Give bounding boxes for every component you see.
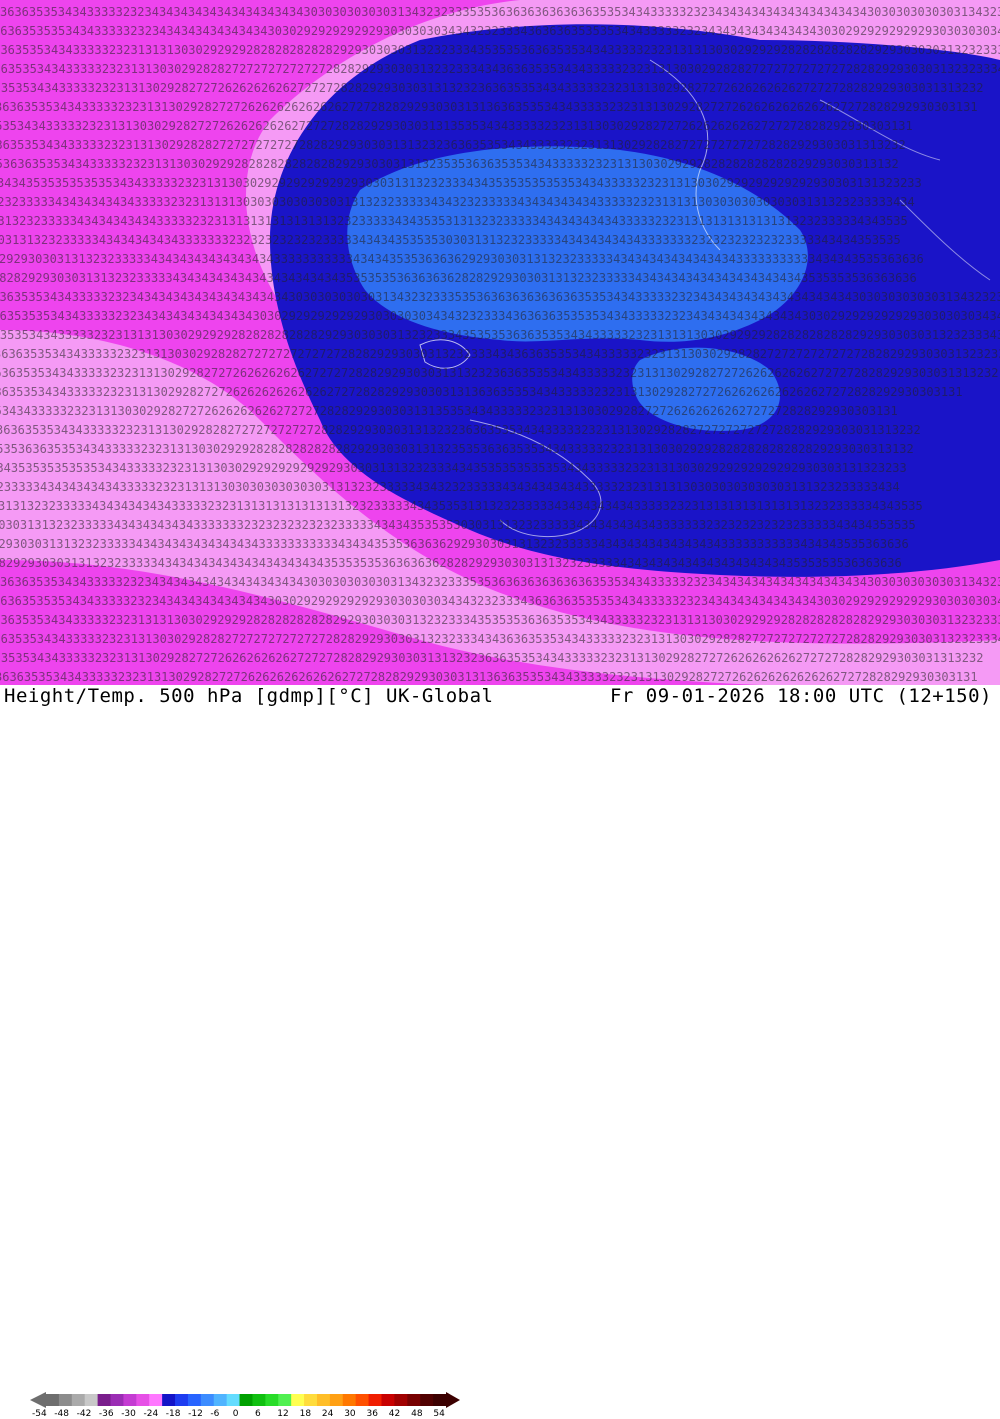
- contour-label-row: 3636353534343333323234343434343434343434…: [0, 5, 1000, 19]
- colorbar-swatch: [381, 1394, 395, 1406]
- contour-label-row: 3636353534343333323231313030292828272727…: [0, 347, 1000, 361]
- colorbar-tick-label: 36: [366, 1409, 378, 1419]
- colorbar-arrow-left: [30, 1392, 46, 1408]
- colorbar-swatch: [316, 1394, 331, 1406]
- colorbar-tick-label: -42: [76, 1409, 92, 1419]
- contour-label-row: 3636353534343333323231313029282727262626…: [0, 81, 983, 95]
- contour-label-row: 3636353534343333323231313130302929292828…: [0, 328, 1000, 342]
- colorbar-tick-label: 42: [388, 1409, 401, 1419]
- contour-label-row: 3535343433333232313130302928272726262626…: [0, 404, 898, 418]
- colorbar-swatch: [342, 1394, 357, 1406]
- colorbar-swatch: [136, 1394, 150, 1406]
- colorbar-swatch: [71, 1394, 86, 1406]
- colorbar-tick-label: 30: [344, 1409, 356, 1419]
- contour-label-row: 3636353534343333323231313029282827272727…: [0, 423, 921, 437]
- contour-label-row: 3636353534343333323231313029282727262626…: [0, 100, 978, 114]
- colorbar-swatch: [110, 1394, 124, 1406]
- colorbar-swatch: [304, 1394, 318, 1406]
- colorbar-swatch: [368, 1394, 382, 1406]
- contour-label-row: 3636353535343433333232343434343434343430…: [0, 309, 1000, 323]
- colorbar-arrow-right: [446, 1392, 460, 1408]
- colorbar-swatch: [433, 1394, 447, 1406]
- colorbar-swatch: [200, 1394, 215, 1406]
- colorbar-tick-label: 48: [411, 1409, 423, 1419]
- colorbar-tick-label: -6: [210, 1409, 220, 1419]
- contour-label-row: 3131323233333434343434343333323231313131…: [0, 214, 908, 228]
- colorbar-swatch: [252, 1394, 266, 1406]
- contour-label-row: 3434353535353535343433333232313130302929…: [0, 176, 922, 190]
- contour-label-row: 3535343433333232313130302928272726262626…: [0, 119, 913, 133]
- map-canvas: 3636353534343333323234343434343434343434…: [0, 0, 1000, 685]
- colorbar-swatch: [407, 1394, 421, 1406]
- colorbar-swatch: [226, 1394, 241, 1406]
- contour-label-row: 3232333334343434343433333232313131303030…: [0, 195, 915, 209]
- contour-label-row: 3636353534343333323231313029282727262626…: [0, 670, 978, 684]
- colorbar-swatch: [123, 1394, 137, 1406]
- contour-label-row: 3636353534343333323231313030292828272727…: [0, 632, 1000, 646]
- contour-label-row: 2929303031313232333334343434343434343433…: [0, 252, 924, 266]
- contour-label-row: 3636353535343433333232343434343434343430…: [0, 24, 1000, 38]
- contour-label-row: 3636353534343333323231313029282727262626…: [0, 366, 998, 380]
- colorbar-swatch: [278, 1394, 292, 1406]
- weather-map: 3636353534343333323234343434343434343434…: [0, 0, 1000, 685]
- colorbar-swatch: [355, 1394, 370, 1406]
- colorbar-tick-label: 6: [255, 1409, 261, 1419]
- contour-label-row: 2929303031313232333334343434343434343433…: [0, 537, 909, 551]
- footer: Height/Temp. 500 hPa [gdmp][°C] UK-Globa…: [0, 685, 1000, 1419]
- contour-label-row: 3434353535353535343433333232313130302929…: [0, 461, 907, 475]
- colorbar-swatch: [420, 1394, 434, 1406]
- colorbar-swatch: [149, 1394, 163, 1406]
- contour-label-row: 3535363635353434333332323131303029292828…: [0, 442, 914, 456]
- colorbar-swatch: [84, 1394, 99, 1406]
- colorbar-tick-label: -48: [54, 1409, 69, 1419]
- contour-label-row: 3636353534343333323231313030292828272727…: [0, 62, 1000, 76]
- colorbar-tick-label: -36: [98, 1409, 114, 1419]
- valid-time: Fr 09-01-2026 18:00 UTC (12+150): [609, 685, 992, 707]
- contour-label-row: 3636353534343333323231313130302929292828…: [0, 613, 1000, 627]
- colorbar-tick-label: 54: [433, 1409, 445, 1419]
- contour-label-row: 3232333334343434343433333232313131303030…: [0, 480, 900, 494]
- contour-label-row: 3636353534343333323234343434343434343434…: [0, 290, 1000, 304]
- contour-label-row: 2828292930303131323233333434343434343434…: [0, 271, 917, 285]
- colorbar-tick-label: -12: [188, 1409, 203, 1419]
- colorbar-tick-label: 24: [321, 1409, 334, 1419]
- contour-label-row: 3636353534343333323231313130302929292828…: [0, 43, 1000, 57]
- colorbar-tick-label: -30: [121, 1409, 136, 1419]
- colorbar-swatch: [213, 1394, 228, 1406]
- colorbar-swatch: [265, 1394, 279, 1406]
- contour-label-row: 3636353534343333323234343434343434343434…: [0, 575, 1000, 589]
- colorbar-swatch: [46, 1394, 60, 1406]
- contour-label-row: 3636353535343433333232343434343434343430…: [0, 594, 1000, 608]
- contour-label-row: 3636353534343333323231313029282727262626…: [0, 385, 963, 399]
- colorbar-swatch: [58, 1394, 73, 1406]
- colorbar-swatch: [329, 1394, 344, 1406]
- chart-title: Height/Temp. 500 hPa [gdmp][°C] UK-Globa…: [4, 685, 494, 707]
- colorbar-tick-label: 12: [277, 1409, 289, 1419]
- contour-label-row: 3636353534343333323231313029282827272727…: [0, 138, 906, 152]
- colorbar-swatch: [394, 1394, 408, 1406]
- colorbar: [30, 1392, 460, 1408]
- colorbar-tick-label: -24: [143, 1409, 159, 1419]
- contour-label-row: 3535363635353434333332323131303029292828…: [0, 157, 899, 171]
- contour-label-row: 2828292930303131323233333434343434343434…: [0, 556, 902, 570]
- contour-label-row: 3131323233333434343434343333323231313131…: [0, 499, 923, 513]
- colorbar-swatch: [97, 1394, 112, 1406]
- colorbar-tick-label: 18: [299, 1409, 312, 1419]
- colorbar-swatch: [187, 1394, 202, 1406]
- colorbar-swatch: [162, 1394, 176, 1406]
- colorbar-tick-label: -18: [165, 1409, 181, 1419]
- contour-label-row: 3030313132323333343434343434333333323232…: [0, 518, 916, 532]
- colorbar-tick-label: 0: [232, 1409, 239, 1419]
- contour-label-row: 3030313132323333343434343434333333323232…: [0, 233, 901, 247]
- colorbar-swatch: [291, 1394, 305, 1406]
- colorbar-swatch: [239, 1394, 253, 1406]
- colorbar-swatch: [175, 1394, 189, 1406]
- contour-label-row: 3636353534343333323231313029282727262626…: [0, 651, 983, 665]
- colorbar-tick-label: -54: [32, 1409, 47, 1419]
